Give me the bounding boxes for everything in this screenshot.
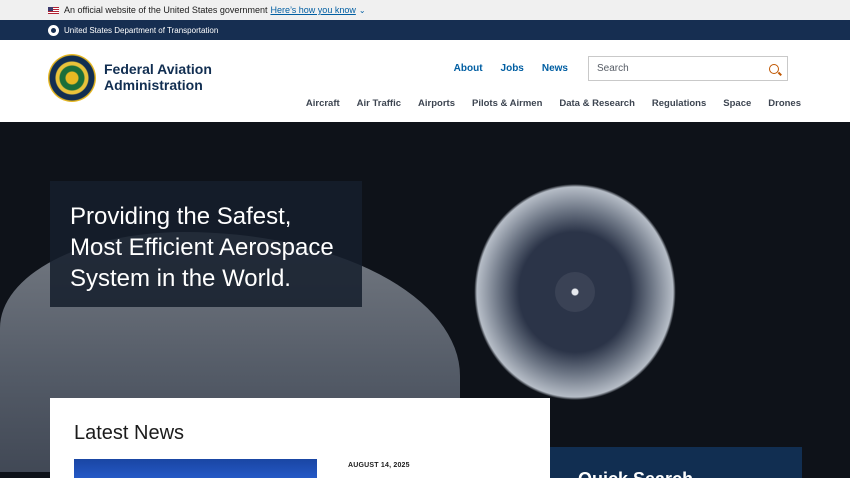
heres-how-you-know-link[interactable]: Here’s how you know [270, 5, 355, 15]
site-name-line2: Administration [104, 77, 203, 93]
site-header: Federal Aviation Administration About Jo… [0, 40, 850, 122]
nav-item-air-traffic[interactable]: Air Traffic [357, 98, 401, 109]
main-nav: Aircraft Air Traffic Airports Pilots & A… [306, 98, 801, 109]
agency-bar-text[interactable]: United States Department of Transportati… [64, 26, 218, 35]
hero-tagline-box: Providing the Safest, Most Efficient Aer… [50, 181, 362, 307]
gov-banner-text: An official website of the United States… [64, 5, 268, 15]
faa-logo-icon[interactable] [48, 54, 96, 102]
utility-nav: About Jobs News [454, 56, 850, 81]
nav-item-regulations[interactable]: Regulations [652, 98, 706, 109]
news-thumbnail[interactable] [74, 459, 317, 478]
hero-tagline-line3: System in the World. [70, 265, 291, 292]
latest-news-card: Latest News AUGUST 14, 2025 [50, 398, 550, 478]
us-flag-icon [48, 6, 59, 14]
nav-item-aircraft[interactable]: Aircraft [306, 98, 340, 109]
quick-search-title: Quick Search [578, 469, 774, 478]
nav-item-pilots-airmen[interactable]: Pilots & Airmen [472, 98, 542, 109]
hero-tagline-line2: Most Efficient Aerospace [70, 234, 334, 261]
agency-bar: United States Department of Transportati… [0, 20, 850, 40]
chevron-down-icon[interactable]: ⌄ [359, 6, 366, 15]
util-nav-about[interactable]: About [454, 63, 483, 74]
nav-item-drones[interactable]: Drones [768, 98, 801, 109]
hero-tagline-line1: Providing the Safest, [70, 203, 292, 230]
nav-item-data-research[interactable]: Data & Research [559, 98, 635, 109]
util-nav-jobs[interactable]: Jobs [501, 63, 524, 74]
gov-banner: An official website of the United States… [0, 0, 850, 20]
nav-item-airports[interactable]: Airports [418, 98, 455, 109]
quick-search-card: Quick Search [550, 447, 802, 478]
util-nav-news[interactable]: News [542, 63, 568, 74]
dot-seal-icon [48, 24, 59, 36]
site-name[interactable]: Federal Aviation Administration [104, 61, 212, 93]
search-box [588, 56, 788, 81]
site-name-line1: Federal Aviation [104, 61, 212, 77]
latest-news-title: Latest News [74, 422, 185, 444]
news-date: AUGUST 14, 2025 [348, 462, 410, 469]
search-icon[interactable] [769, 63, 779, 74]
nav-item-space[interactable]: Space [723, 98, 751, 109]
search-input[interactable] [597, 63, 757, 74]
